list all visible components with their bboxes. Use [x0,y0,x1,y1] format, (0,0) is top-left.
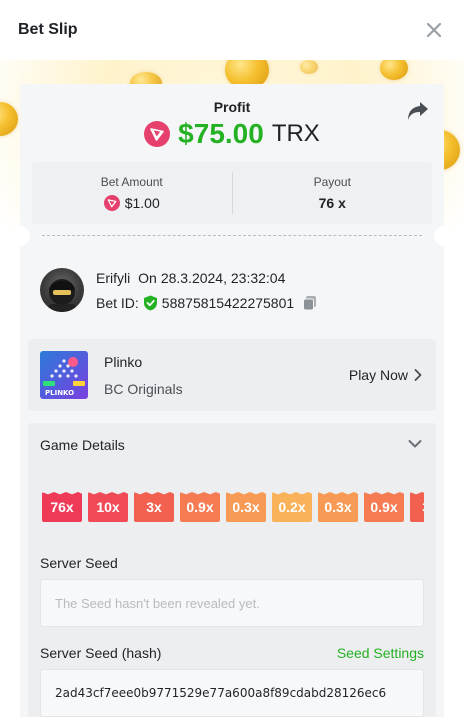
bet-stats: Bet Amount $1.00 Payout 76 x [32,162,432,224]
bet-id-label: Bet ID: [96,295,139,311]
server-seed-placeholder: The Seed hasn't been revealed yet. [55,595,260,611]
trx-icon [144,121,171,147]
bet-datetime: 28.3.2024, 23:32:04 [160,270,286,286]
server-seed-hash-field[interactable]: 2ad43cf7eee0b9771529e77a600a8f89cdabd281… [40,669,424,717]
bet-card: Profit $75.00 TRX Bet Amount $1.00 Payou… [10,84,454,717]
seed-settings-link[interactable]: Seed Settings [337,645,424,661]
multiplier-chip: 3x [410,492,424,522]
profit-amount: $75.00 [178,118,264,149]
multiplier-chip: 76x [42,492,82,522]
multiplier-chip: 0.9x [180,492,220,522]
payout-label: Payout [313,175,351,189]
bet-id: 58875815422275801 [161,295,295,311]
date-prefix: On [138,270,157,286]
server-seed-hash-value: 2ad43cf7eee0b9771529e77a600a8f89cdabd281… [55,686,387,700]
server-seed-hash-label: Server Seed (hash) [40,645,162,661]
copy-icon[interactable] [302,295,318,311]
profit-currency: TRX [271,120,320,147]
multiplier-chip: 0.3x [318,492,358,522]
profit-row: $75.00 TRX [20,117,444,151]
plinko-thumb-label: PLINKO [45,389,74,397]
play-now-label: Play Now [348,367,408,383]
payout-value: 76 x [318,195,346,211]
game-details-title: Game Details [40,437,125,453]
ticket-notch-right [434,226,454,246]
trx-icon [103,195,120,211]
user-line: Erifyli On 28.3.2024, 23:32:04 [96,270,285,286]
username[interactable]: Erifyli [96,270,130,286]
share-icon[interactable] [406,100,430,122]
server-seed-field[interactable]: The Seed hasn't been revealed yet. [40,579,424,627]
play-now-button[interactable]: Play Now [349,367,422,383]
avatar[interactable] [40,268,84,312]
bet-amount-label: Bet Amount [100,175,163,189]
chevron-down-icon[interactable] [408,437,422,451]
verified-shield-icon [143,295,158,311]
payout-stat: Payout 76 x [233,162,433,224]
game-row[interactable]: PLINKO Plinko BC Originals Play Now [28,339,436,411]
bet-slip-header: Bet Slip [0,0,464,60]
bet-amount-stat: Bet Amount $1.00 [32,162,232,224]
multiplier-chip: 0.2x [272,492,312,522]
multiplier-chip: 0.3x [226,492,266,522]
plinko-thumbnail: PLINKO [40,351,88,399]
multiplier-chip: 10x [88,492,128,522]
multiplier-chip: 0.9x [364,492,404,522]
multiplier-row: 76x10x3x0.9x0.3x0.2x0.3x0.9x3x [42,492,424,522]
game-details-panel: Game Details 76x 10x 3x 0.9x 0.3x 0.2x 0.3x 0.9… [28,423,436,717]
game-provider: BC Originals [104,381,183,397]
bet-amount-value-row: $1.00 [103,195,160,211]
server-seed-label: Server Seed [40,555,118,571]
ticket-tear [10,224,454,248]
chevron-right-icon [414,369,422,381]
bet-id-line: Bet ID: 58875815422275801 [96,295,318,311]
ticket-dashed-divider [42,235,422,236]
bet-amount-value: $1.00 [124,195,160,211]
close-icon[interactable] [424,20,444,40]
bet-slip-title: Bet Slip [18,21,78,38]
profit-section: Profit $75.00 TRX Bet Amount $1.00 Payou… [20,84,444,234]
bet-user-info: Erifyli On 28.3.2024, 23:32:04 Bet ID: 58… [40,268,420,312]
multiplier-chip: 3x [134,492,174,522]
ticket-notch-left [10,226,30,246]
profit-label: Profit [213,99,251,115]
game-name: Plinko [104,354,143,370]
